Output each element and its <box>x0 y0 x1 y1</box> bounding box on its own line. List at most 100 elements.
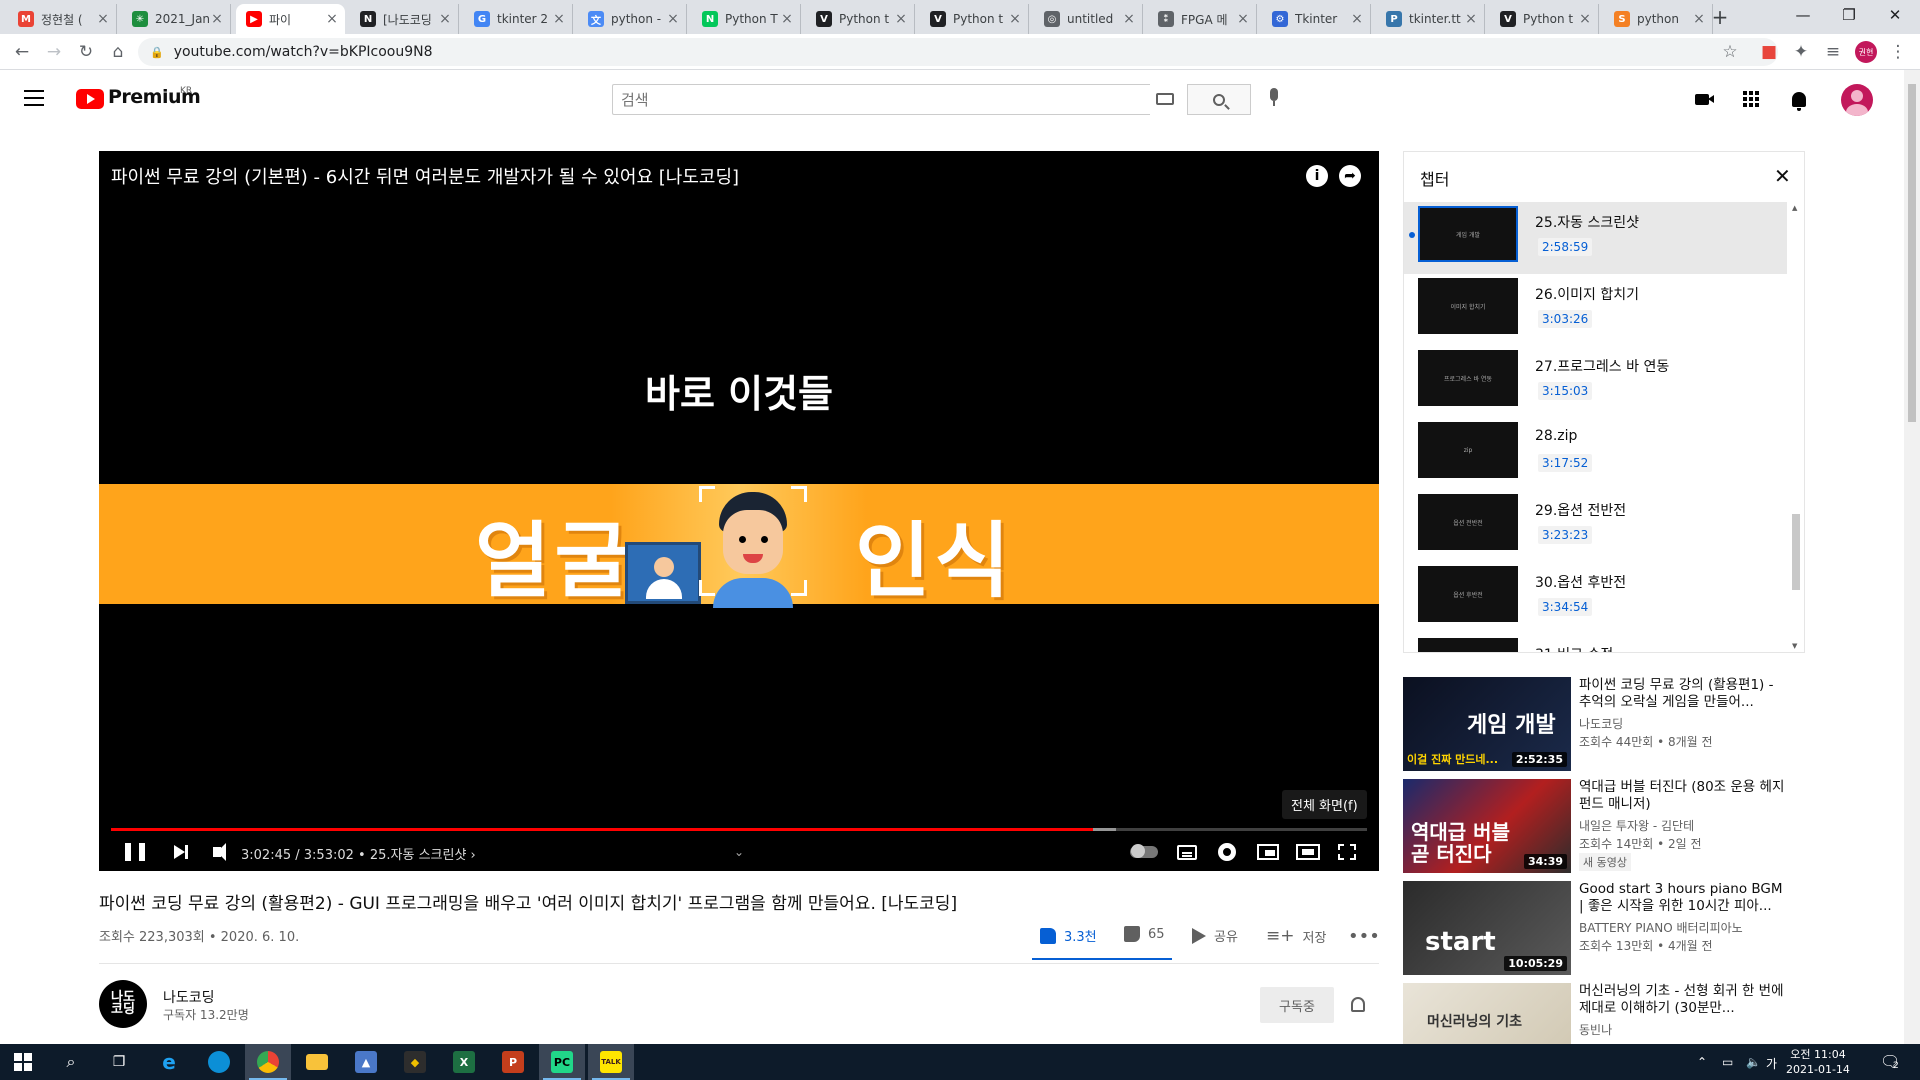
recommended-channel[interactable]: 내일은 투자왕 - 김단테 <box>1579 817 1694 834</box>
next-button[interactable] <box>169 842 189 862</box>
powerpoint-icon[interactable]: P <box>490 1044 536 1080</box>
like-button[interactable]: 3.3천 <box>1040 926 1097 945</box>
chapter-timestamp[interactable]: 3:34:54 <box>1538 598 1593 616</box>
volume-button[interactable] <box>207 842 227 862</box>
back-icon[interactable]: ← <box>10 40 34 64</box>
browser-tab[interactable]: Gtkinter 2 × <box>464 4 573 34</box>
chapter-item[interactable]: 게임 개발 25.자동 스크린샷 2:58:59 <box>1404 202 1787 274</box>
create-video-icon[interactable] <box>1690 87 1714 111</box>
volume-icon[interactable]: 🔈 <box>1746 1055 1761 1069</box>
maximize-button[interactable]: ❐ <box>1826 0 1872 30</box>
chapter-timestamp[interactable]: 3:03:26 <box>1538 310 1593 328</box>
recommended-video[interactable]: start 10:05:29 Good start 3 hours piano BG… <box>1403 881 1805 975</box>
file-explorer-icon[interactable] <box>294 1044 340 1080</box>
account-avatar[interactable] <box>1841 84 1873 116</box>
search-icon[interactable]: ⌕ <box>48 1044 94 1080</box>
profile-avatar[interactable]: 권현 <box>1855 41 1877 63</box>
voice-search-icon[interactable] <box>1268 88 1280 110</box>
tab-close-icon[interactable]: × <box>552 11 566 27</box>
tab-close-icon[interactable]: × <box>438 11 452 27</box>
browser-tab[interactable]: N Python T × <box>692 4 801 34</box>
chapter-item[interactable]: zip 28.zip 3:17:52 <box>1404 418 1787 490</box>
browser-tab[interactable]: 文 python - × <box>578 4 687 34</box>
tab-close-icon[interactable]: × <box>1008 11 1022 27</box>
tab-close-icon[interactable]: × <box>1464 11 1478 27</box>
browser-tab[interactable]: ⚙ Tkinter × <box>1262 4 1371 34</box>
keyboard-icon[interactable] <box>1156 93 1174 105</box>
tab-close-icon[interactable]: × <box>210 11 224 27</box>
tab-close-icon[interactable]: × <box>894 11 908 27</box>
windows-start-icon[interactable] <box>0 1044 46 1080</box>
progress-bar[interactable] <box>111 828 1367 831</box>
pycharm-icon[interactable]: PC <box>539 1044 585 1080</box>
fullscreen-button[interactable] <box>1336 842 1358 862</box>
tab-close-icon[interactable]: × <box>1692 11 1706 27</box>
subtitles-button[interactable] <box>1174 842 1200 862</box>
share-arrow-icon[interactable]: ➦ <box>1339 165 1361 187</box>
miniplayer-button[interactable] <box>1254 842 1282 862</box>
chapter-timestamp[interactable]: 2:58:59 <box>1538 238 1593 256</box>
chapter-item[interactable]: 프로그레스 바 연동 27.프로그레스 바 연동 3:15:03 <box>1404 346 1787 418</box>
bookmark-star-icon[interactable]: ☆ <box>1718 40 1742 64</box>
browser-tab[interactable]: M 정현철 (× <box>8 4 117 34</box>
chapter-timestamp[interactable]: 3:23:23 <box>1538 526 1593 544</box>
excel-icon[interactable]: X <box>441 1044 487 1080</box>
recommended-channel[interactable]: 동빈나 <box>1579 1021 1612 1038</box>
app-icon[interactable]: ▲ <box>343 1044 389 1080</box>
player-title[interactable]: 파이썬 무료 강의 (기본편) - 6시간 뒤면 여러분도 개발자가 될 수 있… <box>111 163 739 189</box>
video-thumbnail[interactable]: 게임 개발 이걸 진짜 만드네... 2:52:35 <box>1403 677 1571 771</box>
extension-icon[interactable]: ■ <box>1757 40 1781 64</box>
current-chapter[interactable]: 25.자동 스크린샷 <box>370 848 467 863</box>
browser-tab[interactable]: Ptkinter.tt × <box>1376 4 1485 34</box>
ie-icon[interactable]: e <box>146 1044 192 1080</box>
chrome-icon[interactable] <box>245 1044 291 1080</box>
video-thumbnail[interactable]: start 10:05:29 <box>1403 881 1571 975</box>
reload-icon[interactable]: ↻ <box>74 40 98 64</box>
menu-icon[interactable] <box>24 90 44 111</box>
channel-avatar[interactable]: 나도 코딩 <box>99 980 147 1028</box>
browser-tab[interactable]: ✳ 2021_Jan × <box>122 4 231 34</box>
close-window-button[interactable]: ✕ <box>1872 0 1918 30</box>
chapters-scrollbar[interactable]: ▲ ▼ <box>1790 202 1800 652</box>
browser-tab[interactable]: ◎ untitled × <box>1034 4 1143 34</box>
tab-close-icon[interactable]: × <box>96 11 110 27</box>
tab-close-icon[interactable]: × <box>1578 11 1592 27</box>
browser-tab[interactable]: V Python t × <box>920 4 1029 34</box>
search-input[interactable] <box>612 84 1150 115</box>
chapter-timestamp[interactable]: 3:15:03 <box>1538 382 1593 400</box>
browser-tab[interactable]: V Python t × <box>1490 4 1599 34</box>
notification-bell-icon[interactable] <box>1351 997 1365 1012</box>
settings-gear-icon[interactable] <box>1215 842 1239 862</box>
apps-grid-icon[interactable] <box>1739 87 1763 111</box>
tab-close-icon[interactable]: × <box>325 11 339 27</box>
chapter-item[interactable]: 이미지 합치기 26.이미지 합치기 3:03:26 <box>1404 274 1787 346</box>
forward-icon[interactable]: → <box>42 40 66 64</box>
pause-button[interactable] <box>123 842 147 862</box>
media-control-icon[interactable]: ≡ <box>1821 40 1845 64</box>
tray-chevron-icon[interactable]: ⌃ <box>1697 1055 1707 1069</box>
channel-name[interactable]: 나도코딩 <box>163 987 215 1007</box>
share-button[interactable]: 공유 <box>1192 926 1238 945</box>
new-tab-button[interactable]: + <box>1708 5 1732 29</box>
tab-close-icon[interactable]: × <box>1350 11 1364 27</box>
home-icon[interactable]: ⌂ <box>106 40 130 64</box>
browser-tab[interactable]: ▶ 파이 × <box>236 4 345 34</box>
task-view-icon[interactable]: ❐ <box>96 1044 142 1080</box>
autoplay-toggle[interactable] <box>1127 842 1161 862</box>
recommended-channel[interactable]: 나도코딩 <box>1579 715 1623 732</box>
edge-icon[interactable] <box>196 1044 242 1080</box>
kakaotalk-icon[interactable]: TALK <box>588 1044 634 1080</box>
dislike-button[interactable]: 65 <box>1124 926 1165 942</box>
clock[interactable]: 오전 11:04 2021-01-14 <box>1786 1047 1850 1077</box>
recommended-title[interactable]: 파이썬 코딩 무료 강의 (활용편1) - 추억의 오락실 게임을 만들어... <box>1579 677 1789 711</box>
notifications-bell-icon[interactable] <box>1787 87 1811 111</box>
extensions-puzzle-icon[interactable]: ✦ <box>1789 40 1813 64</box>
browser-tab[interactable]: N [나도코딩 × <box>350 4 459 34</box>
video-player[interactable]: 파이썬 무료 강의 (기본편) - 6시간 뒤면 여러분도 개발자가 될 수 있… <box>99 151 1379 871</box>
chapter-timestamp[interactable]: 3:17:52 <box>1538 454 1593 472</box>
recommended-title[interactable]: 역대급 버블 터진다 (80조 운용 헤지펀드 매니저) <box>1579 779 1789 813</box>
save-button[interactable]: ≡+ 저장 <box>1266 926 1326 946</box>
recommended-channel[interactable]: BATTERY PIANO 배터리피아노 <box>1579 919 1743 936</box>
recommended-title[interactable]: Good start 3 hours piano BGM | 좋은 시작을 위한… <box>1579 881 1789 915</box>
tab-close-icon[interactable]: × <box>666 11 680 27</box>
